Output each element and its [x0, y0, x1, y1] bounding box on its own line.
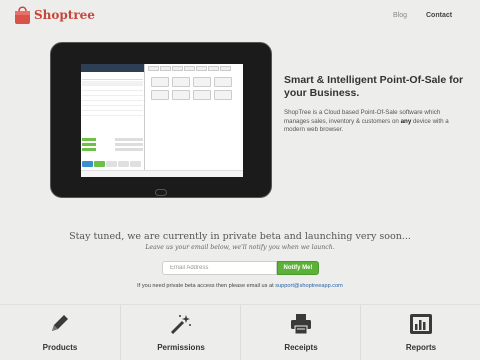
- feature-label: Reports: [405, 343, 437, 352]
- feature-products: Products: [0, 305, 120, 360]
- pos-product-panel: [147, 64, 243, 177]
- support-email-link[interactable]: support@shoptreeapp.com: [275, 283, 343, 289]
- beta-access-note: If you need private beta access then ple…: [137, 283, 343, 289]
- brand-name: Shoptree: [34, 8, 95, 22]
- feature-label: Products: [42, 343, 78, 352]
- email-input[interactable]: [162, 261, 277, 275]
- magic-wand-icon: [170, 315, 191, 335]
- signup-headline: Stay tuned, we are currently in private …: [69, 231, 411, 242]
- tablet-home-button: [155, 189, 167, 196]
- nav-blog-link[interactable]: Blog: [393, 12, 407, 19]
- feature-reports: Reports: [360, 305, 480, 360]
- pencil-icon: [52, 315, 68, 331]
- printer-icon: [291, 314, 311, 335]
- feature-label: Receipts: [284, 343, 318, 352]
- nav-contact-link[interactable]: Contact: [426, 12, 452, 19]
- features-row: Products Permissions Receipts Reports: [0, 304, 480, 360]
- feature-label: Permissions: [157, 343, 205, 352]
- notify-me-button[interactable]: Notify Me!: [277, 261, 319, 275]
- tablet-screenshot: [50, 42, 272, 198]
- feature-permissions: Permissions: [120, 305, 240, 360]
- site-header: Shoptree Blog Contact: [0, 0, 480, 34]
- shopping-bag-icon: [15, 6, 30, 24]
- pos-app-preview: [81, 64, 243, 177]
- hero-description: ShopTree is a Cloud based Point-Of-Sale …: [284, 109, 449, 133]
- logo[interactable]: Shoptree: [14, 5, 95, 25]
- feature-receipts: Receipts: [240, 305, 360, 360]
- pos-cart-panel: [81, 64, 145, 177]
- bar-chart-icon: [410, 314, 432, 334]
- signup-subline: Leave us your email below, we'll notify …: [145, 244, 335, 251]
- hero-title: Smart & Intelligent Point-Of-Sale for yo…: [284, 74, 464, 99]
